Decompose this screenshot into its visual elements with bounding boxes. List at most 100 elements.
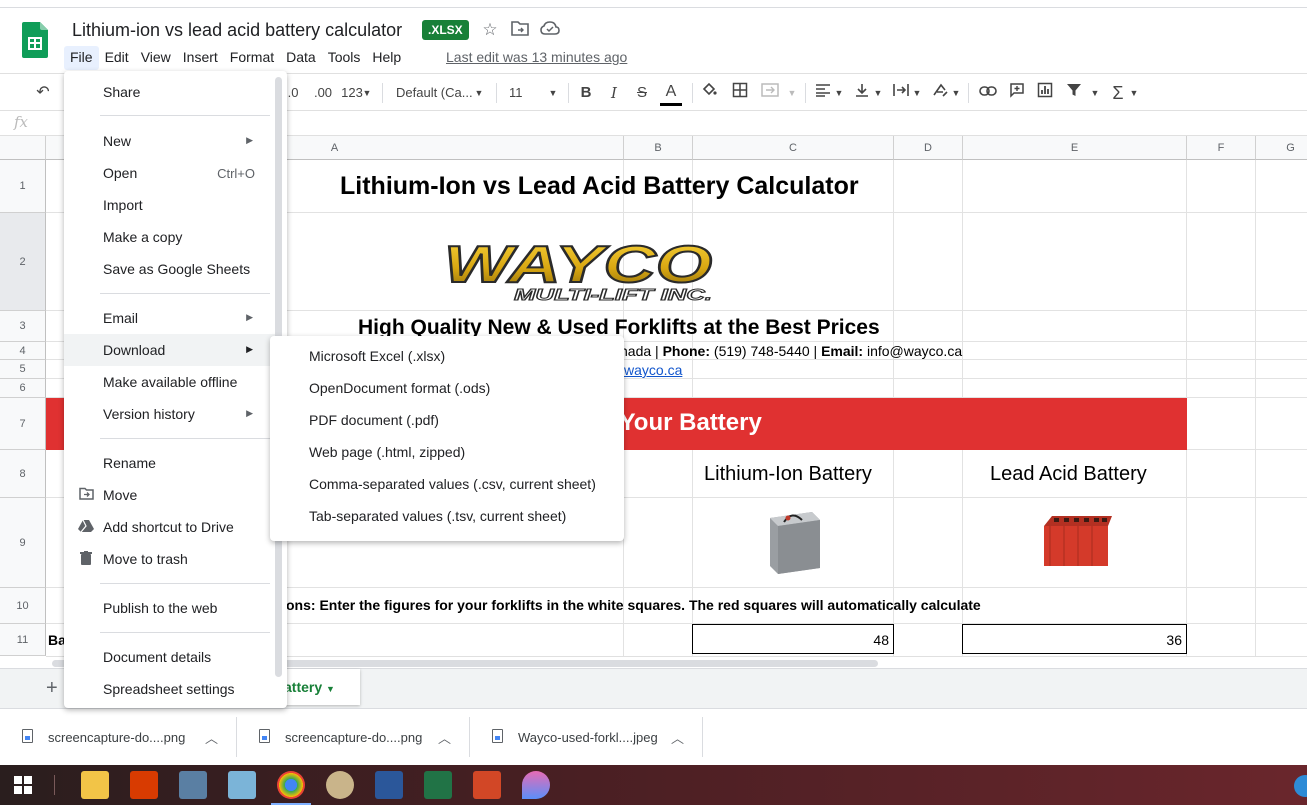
notification-icon[interactable]: [1294, 775, 1307, 797]
menu-item-spreadsheet-settings[interactable]: Spreadsheet settings: [64, 673, 277, 705]
menu-item-import[interactable]: Import: [64, 189, 277, 221]
office-icon[interactable]: [130, 771, 158, 799]
chevron-down-icon[interactable]: ▼: [1090, 82, 1100, 104]
menu-edit[interactable]: Edit: [99, 46, 135, 70]
menu-item-open[interactable]: Open Ctrl+O: [64, 157, 277, 189]
row-header-4[interactable]: 4: [0, 342, 46, 360]
chrome-icon[interactable]: [271, 771, 311, 805]
functions-icon[interactable]: Σ: [1107, 82, 1129, 104]
row-header-1[interactable]: 1: [0, 160, 46, 213]
excel-icon[interactable]: [424, 771, 452, 799]
download-csv-item[interactable]: Comma-separated values (.csv, current sh…: [270, 469, 624, 501]
last-edit-link[interactable]: Last edit was 13 minutes ago: [446, 49, 627, 65]
increase-decimal-button[interactable]: .00: [312, 82, 334, 104]
menu-format[interactable]: Format: [224, 46, 280, 70]
column-header-b[interactable]: B: [624, 136, 693, 160]
menu-item-publish[interactable]: Publish to the web: [64, 592, 277, 624]
row-header-7[interactable]: 7: [0, 398, 46, 450]
download-item[interactable]: Wayco-used-forkl....jpeg ︿: [470, 717, 703, 757]
chevron-down-icon[interactable]: ▼: [1129, 82, 1139, 104]
merge-cells-icon[interactable]: [759, 82, 781, 104]
menu-item-make-copy[interactable]: Make a copy: [64, 221, 277, 253]
sheets-logo-icon[interactable]: [22, 22, 48, 58]
star-icon[interactable]: ☆: [480, 20, 500, 40]
filter-icon[interactable]: [1063, 82, 1085, 104]
paint-icon[interactable]: [326, 771, 354, 799]
row-header-11[interactable]: 11: [0, 624, 46, 656]
menu-insert[interactable]: Insert: [177, 46, 224, 70]
borders-icon[interactable]: [729, 82, 751, 104]
cloud-status-icon[interactable]: [540, 20, 560, 40]
menu-item-version-history[interactable]: Version history ▶: [64, 398, 277, 430]
row-header-3[interactable]: 3: [0, 311, 46, 342]
menu-item-document-details[interactable]: Document details: [64, 641, 277, 673]
website-link[interactable]: wayco.ca: [624, 362, 682, 378]
document-title[interactable]: Lithium-ion vs lead acid battery calcula…: [72, 20, 402, 41]
chevron-up-icon[interactable]: ︿: [205, 728, 218, 747]
file-explorer-icon[interactable]: [81, 771, 109, 799]
paint-3d-icon[interactable]: [522, 771, 550, 799]
lead-voltage-cell[interactable]: 36: [962, 624, 1187, 654]
windows-start-icon[interactable]: [14, 776, 32, 794]
bold-button[interactable]: B: [575, 82, 597, 104]
download-item[interactable]: screencapture-do....png ︿: [0, 717, 237, 757]
download-xlsx-item[interactable]: Microsoft Excel (.xlsx): [270, 341, 624, 373]
calculator-icon[interactable]: [179, 771, 207, 799]
decrease-decimal-button[interactable]: .0: [286, 82, 300, 104]
download-pdf-item[interactable]: PDF document (.pdf): [270, 405, 624, 437]
menu-item-offline[interactable]: Make available offline: [64, 366, 277, 398]
row-header-8[interactable]: 8: [0, 450, 46, 498]
menu-view[interactable]: View: [135, 46, 177, 70]
column-header-e[interactable]: E: [963, 136, 1187, 160]
align-vertical-icon[interactable]: [851, 82, 873, 104]
menu-file[interactable]: File: [64, 46, 99, 70]
add-sheet-icon[interactable]: +: [46, 677, 58, 700]
chevron-up-icon[interactable]: ︿: [671, 728, 684, 747]
insert-chart-icon[interactable]: [1034, 82, 1056, 104]
chevron-down-icon[interactable]: ▼: [873, 82, 883, 104]
powerpoint-icon[interactable]: [473, 771, 501, 799]
menu-item-save-as-sheets[interactable]: Save as Google Sheets: [64, 253, 277, 285]
insert-link-icon[interactable]: [977, 82, 999, 104]
text-rotation-icon[interactable]: [929, 82, 951, 104]
menu-item-new[interactable]: New ▶: [64, 125, 277, 157]
menu-item-add-shortcut[interactable]: Add shortcut to Drive: [64, 511, 277, 543]
insert-comment-icon[interactable]: [1006, 82, 1028, 104]
menu-tools[interactable]: Tools: [322, 46, 367, 70]
menu-item-share[interactable]: Share: [64, 76, 277, 108]
column-header-g[interactable]: G: [1256, 136, 1307, 160]
fill-color-icon[interactable]: [698, 82, 720, 104]
row-header-10[interactable]: 10: [0, 588, 46, 624]
text-color-button[interactable]: A: [660, 82, 682, 106]
undo-icon[interactable]: ↶: [32, 82, 54, 104]
row-header-5[interactable]: 5: [0, 360, 46, 379]
column-header-d[interactable]: D: [894, 136, 963, 160]
font-select[interactable]: Default (Ca...: [396, 82, 473, 104]
italic-button[interactable]: I: [603, 82, 625, 104]
chevron-down-icon[interactable]: ▼: [834, 82, 844, 104]
select-all-corner[interactable]: [0, 136, 46, 160]
menu-data[interactable]: Data: [280, 46, 322, 70]
align-horizontal-icon[interactable]: [812, 82, 834, 104]
chevron-down-icon[interactable]: ▼: [951, 82, 961, 104]
download-ods-item[interactable]: OpenDocument format (.ods): [270, 373, 624, 405]
row-header-6[interactable]: 6: [0, 379, 46, 398]
column-header-f[interactable]: F: [1187, 136, 1256, 160]
word-icon[interactable]: [375, 771, 403, 799]
column-header-c[interactable]: C: [693, 136, 894, 160]
chevron-up-icon[interactable]: ︿: [438, 728, 451, 747]
font-size-select[interactable]: 11: [509, 82, 525, 104]
chevron-down-icon[interactable]: ▼: [326, 684, 335, 694]
text-wrap-icon[interactable]: [890, 82, 912, 104]
row-header-9[interactable]: 9: [0, 498, 46, 588]
notes-app-icon[interactable]: [228, 771, 256, 799]
chevron-down-icon[interactable]: ▼: [474, 82, 484, 104]
chevron-down-icon[interactable]: ▼: [787, 82, 797, 104]
chevron-down-icon[interactable]: ▼: [548, 82, 558, 104]
download-tsv-item[interactable]: Tab-separated values (.tsv, current shee…: [270, 501, 624, 533]
strikethrough-button[interactable]: S: [631, 82, 653, 104]
chevron-down-icon[interactable]: ▼: [912, 82, 922, 104]
menu-item-email[interactable]: Email ▶: [64, 302, 277, 334]
move-folder-icon[interactable]: [510, 20, 530, 40]
download-item[interactable]: screencapture-do....png ︿: [237, 717, 470, 757]
